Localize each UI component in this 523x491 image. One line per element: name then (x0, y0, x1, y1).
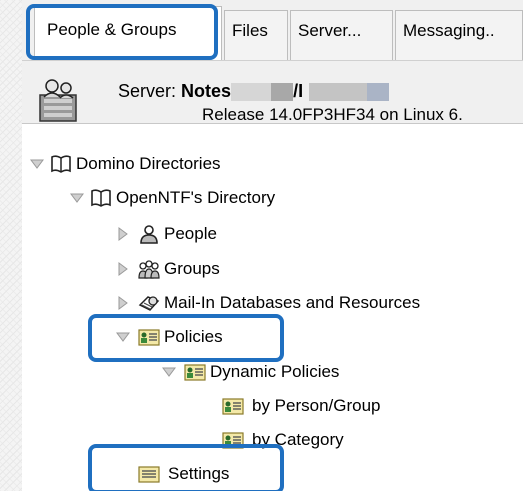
tree-label: Mail-In Databases and Resources (164, 293, 421, 312)
group-icon (138, 260, 160, 279)
tree-label: People (164, 224, 217, 243)
tab-messaging[interactable]: Messaging.. (395, 10, 523, 60)
tab-bar: People & Groups Files Server... Messagin… (22, 0, 523, 60)
tab-files[interactable]: Files (224, 10, 288, 60)
redacted-block (231, 83, 272, 102)
tree-label: by Person/Group (252, 396, 381, 415)
server-release: Release 14.0FP3HF34 on Linux 6. (202, 105, 463, 124)
server-people-icon (39, 79, 77, 122)
mailin-icon (138, 296, 160, 311)
redacted-block (367, 83, 390, 102)
collapsed-twisty-icon[interactable] (116, 296, 130, 310)
expanded-twisty-icon[interactable] (162, 365, 176, 379)
policy-icon (222, 432, 244, 449)
tree-label: Groups (164, 259, 220, 278)
directory-tree: Domino Directories OpenNTF's Directory P… (22, 140, 523, 491)
server-label: Server: (118, 81, 177, 101)
policy-icon (222, 398, 244, 415)
server-name: Notes (181, 81, 232, 101)
tree-label: OpenNTF's Directory (116, 188, 276, 207)
book-icon (91, 189, 111, 207)
book-icon (51, 155, 71, 173)
tree-label: Policies (164, 327, 223, 346)
tree-label: Domino Directories (76, 154, 221, 173)
tree-label: Settings (168, 464, 230, 483)
redacted-block (309, 83, 368, 102)
tree-label: Dynamic Policies (210, 362, 340, 381)
expanded-twisty-icon[interactable] (116, 330, 130, 344)
redacted-block (271, 83, 294, 102)
tree-label: by Category (252, 430, 344, 449)
collapsed-twisty-icon[interactable] (116, 262, 130, 276)
policy-icon (184, 364, 206, 381)
collapsed-twisty-icon[interactable] (116, 227, 130, 241)
server-name-line: Server: Notes/I (118, 81, 390, 102)
admin-window: People & Groups Files Server... Messagin… (0, 0, 523, 491)
server-name-suffix: /I (293, 81, 304, 101)
server-info-panel: Server: Notes/I Release 14.0FP3HF34 on L… (22, 60, 523, 124)
settings-icon (138, 466, 160, 483)
tab-server[interactable]: Server... (290, 10, 393, 60)
person-icon (140, 225, 158, 244)
expanded-twisty-icon[interactable] (30, 157, 44, 171)
tab-people-groups[interactable]: People & Groups (34, 6, 222, 60)
expanded-twisty-icon[interactable] (70, 191, 84, 205)
policy-icon (138, 329, 160, 346)
background-hatch (0, 0, 22, 491)
